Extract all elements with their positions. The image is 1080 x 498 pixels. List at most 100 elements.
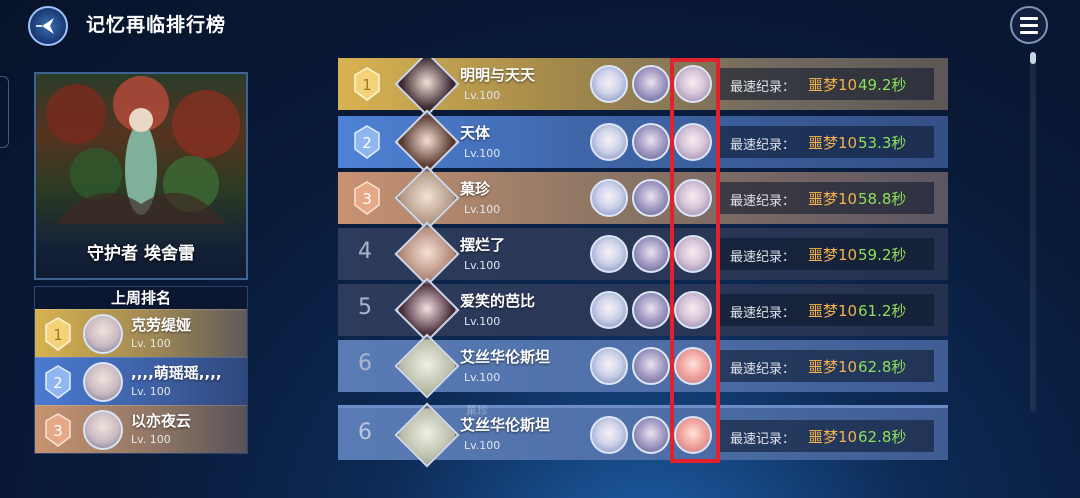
record-label: 最速纪录：: [730, 80, 796, 95]
team-member-avatar[interactable]: [632, 65, 670, 103]
player-level: Lv.100: [464, 315, 501, 328]
ranking-row[interactable]: 3 菓珍 Lv.100 最速纪录： 噩梦10 58.8秒: [338, 165, 948, 231]
avatar: [83, 410, 123, 450]
avatar: [83, 362, 123, 402]
record-label: 最速纪录：: [730, 138, 796, 153]
player-name: 克劳缇娅: [131, 316, 192, 334]
player-level: Lv. 100: [131, 433, 171, 446]
fastest-record: 最速纪录： 噩梦10 49.2秒: [720, 68, 934, 100]
scrollbar-thumb[interactable]: [1030, 52, 1036, 64]
rank-bronze-badge-icon: 3: [45, 413, 71, 447]
record-time: 59.2秒: [858, 246, 907, 264]
back-button[interactable]: [28, 6, 68, 46]
last-week-row[interactable]: 2 ,,,,萌瑶瑶,,,, Lv. 100: [35, 357, 247, 405]
team-member-avatar[interactable]: [632, 416, 670, 454]
team-member-avatar[interactable]: [674, 179, 712, 217]
team-member-avatar[interactable]: [590, 416, 628, 454]
team-member-avatar[interactable]: [632, 235, 670, 273]
record-difficulty: 噩梦10: [808, 428, 858, 446]
fastest-record: 最速纪录： 噩梦10 59.2秒: [720, 238, 934, 270]
rank-silver-badge-icon: 2: [354, 125, 380, 159]
record-time: 49.2秒: [858, 76, 907, 94]
avatar[interactable]: [394, 58, 460, 117]
record-difficulty: 噩梦10: [808, 190, 858, 208]
rank-number: 3: [362, 190, 372, 208]
ranking-list[interactable]: 1 明明与天天 Lv.100 最速纪录： 噩梦10 49.2秒 2 天体 Lv.…: [338, 58, 948, 460]
rank-number: 1: [362, 76, 372, 94]
team-member-avatar[interactable]: [674, 347, 712, 385]
record-label: 最速纪录：: [730, 194, 796, 209]
rank-number: 6: [358, 351, 372, 376]
player-name: 摆烂了: [460, 236, 506, 254]
team-member-avatar[interactable]: [674, 291, 712, 329]
rank-number: 1: [53, 326, 63, 344]
side-panel-tab[interactable]: [0, 76, 9, 148]
team-member-avatar[interactable]: [590, 123, 628, 161]
ranking-row[interactable]: 4 摆烂了 Lv.100 最速纪录： 噩梦10 59.2秒: [338, 221, 948, 287]
rank-number: 4: [358, 239, 372, 264]
player-level: Lv. 100: [131, 385, 171, 398]
menu-icon-line: [1020, 16, 1038, 20]
ranking-row[interactable]: 6 艾丝华伦斯坦 Lv.100 最速纪录： 噩梦10 62.8秒: [338, 333, 948, 399]
team-member-avatar[interactable]: [674, 123, 712, 161]
team-member-avatar[interactable]: [590, 291, 628, 329]
team-member-avatar[interactable]: [590, 65, 628, 103]
record-label: 最速纪录：: [730, 250, 796, 265]
rank-bronze-badge-icon: 3: [354, 181, 380, 215]
back-arrow-icon: [36, 18, 54, 34]
boss-card[interactable]: 守护者 埃舍雷: [34, 72, 248, 280]
record-time: 62.8秒: [858, 428, 907, 446]
record-difficulty: 噩梦10: [808, 302, 858, 320]
team-member-avatar[interactable]: [632, 179, 670, 217]
rank-number: 3: [53, 422, 63, 440]
last-week-title: 上周排名: [35, 287, 247, 309]
team-member-avatar[interactable]: [590, 235, 628, 273]
record-time: 58.8秒: [858, 190, 907, 208]
player-level: Lv.100: [464, 259, 501, 272]
top-bar: 记忆再临排行榜: [0, 0, 1080, 48]
player-name: 明明与天天: [460, 66, 536, 84]
player-name: 艾丝华伦斯坦: [460, 348, 551, 366]
last-week-row[interactable]: 1 克劳缇娅 Lv. 100: [35, 309, 247, 357]
ranking-row[interactable]: 1 明明与天天 Lv.100 最速纪录： 噩梦10 49.2秒: [338, 58, 948, 117]
rank-number: 2: [53, 374, 63, 392]
team-member-avatar[interactable]: [632, 347, 670, 385]
boss-name: 守护者 埃舍雷: [87, 244, 195, 264]
avatar[interactable]: [394, 402, 460, 468]
menu-button[interactable]: [1010, 6, 1048, 44]
rank-number: 5: [358, 295, 372, 320]
rank-number: 2: [362, 134, 372, 152]
ranking-scrollbar[interactable]: [1030, 52, 1036, 412]
team-member-avatar[interactable]: [590, 347, 628, 385]
fastest-record: 最速纪录： 噩梦10 58.8秒: [720, 182, 934, 214]
boss-portrait: [46, 76, 240, 224]
avatar[interactable]: [394, 333, 460, 399]
record-time: 61.2秒: [858, 302, 907, 320]
player-level: Lv.100: [464, 439, 501, 452]
team-member-avatar[interactable]: [590, 179, 628, 217]
last-week-panel: 上周排名 1 克劳缇娅 Lv. 100 2 ,,,,萌瑶瑶,,,, Lv. 10…: [34, 286, 248, 454]
team-member-avatar[interactable]: [674, 65, 712, 103]
team-member-avatar[interactable]: [632, 123, 670, 161]
avatar: [83, 314, 123, 354]
record-difficulty: 噩梦10: [808, 76, 858, 94]
record-label: 最速纪录：: [730, 362, 796, 377]
rank-gold-badge-icon: 1: [45, 317, 71, 351]
record-difficulty: 噩梦10: [808, 246, 858, 264]
team-member-avatar[interactable]: [674, 416, 712, 454]
ranking-row[interactable]: 2 天体 Lv.100 最速纪录： 噩梦10 53.3秒: [338, 109, 948, 175]
my-rank-row[interactable]: 菓珍 6 艾丝华伦斯坦 Lv.100 最速记录： 噩梦10 62.8秒: [338, 402, 948, 468]
last-week-row[interactable]: 3 以亦夜云 Lv. 100: [35, 405, 247, 453]
team-member-avatar[interactable]: [632, 291, 670, 329]
player-name: 以亦夜云: [131, 412, 192, 430]
record-label: 最速记录：: [730, 432, 796, 447]
player-level: Lv.100: [464, 203, 501, 216]
record-time: 62.8秒: [858, 358, 907, 376]
player-name: 菓珍: [460, 180, 491, 198]
fastest-record: 最速记录： 噩梦10 62.8秒: [720, 420, 934, 452]
rank-gold-badge-icon: 1: [354, 67, 380, 101]
ranking-row[interactable]: 5 爱笑的芭比 Lv.100 最速纪录： 噩梦10 61.2秒: [338, 277, 948, 343]
fastest-record: 最速纪录： 噩梦10 53.3秒: [720, 126, 934, 158]
fastest-record: 最速纪录： 噩梦10 61.2秒: [720, 294, 934, 326]
team-member-avatar[interactable]: [674, 235, 712, 273]
